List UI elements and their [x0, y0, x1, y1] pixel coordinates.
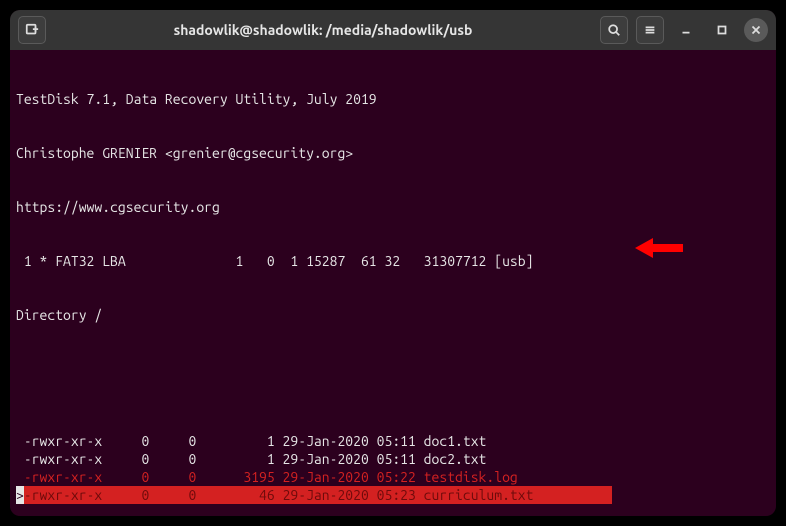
minimize-button[interactable]	[672, 16, 700, 44]
titlebar: shadowlik@shadowlik: /media/shadowlik/us…	[10, 10, 776, 50]
search-button[interactable]	[600, 16, 628, 44]
file-row[interactable]: -rwxr-xr-x 0 0 1 29-Jan-2020 05:11 doc1.…	[16, 432, 770, 450]
directory-line: Directory /	[16, 306, 770, 324]
menu-button[interactable]	[636, 16, 664, 44]
maximize-button[interactable]	[708, 16, 736, 44]
file-list: -rwxr-xr-x 0 0 1 29-Jan-2020 05:11 doc1.…	[16, 432, 770, 504]
file-row[interactable]: -rwxr-xr-x 0 0 3195 29-Jan-2020 05:22 te…	[16, 468, 770, 486]
file-row-selected[interactable]: >-rwxr-xr-x 0 0 46 29-Jan-2020 05:23 cur…	[16, 486, 770, 504]
window-title: shadowlik@shadowlik: /media/shadowlik/us…	[52, 22, 594, 38]
partition-line: 1 * FAT32 LBA 1 0 1 15287 61 32 31307712…	[16, 252, 770, 270]
blank-line	[16, 360, 770, 378]
terminal-window: shadowlik@shadowlik: /media/shadowlik/us…	[10, 10, 776, 516]
header-line: TestDisk 7.1, Data Recovery Utility, Jul…	[16, 90, 770, 108]
close-button[interactable]	[744, 18, 768, 42]
file-row[interactable]: -rwxr-xr-x 0 0 1 29-Jan-2020 05:11 doc2.…	[16, 450, 770, 468]
new-tab-button[interactable]	[18, 16, 46, 44]
header-line: https://www.cgsecurity.org	[16, 198, 770, 216]
header-line: Christophe GRENIER <grenier@cgsecurity.o…	[16, 144, 770, 162]
terminal-body[interactable]: TestDisk 7.1, Data Recovery Utility, Jul…	[10, 50, 776, 516]
